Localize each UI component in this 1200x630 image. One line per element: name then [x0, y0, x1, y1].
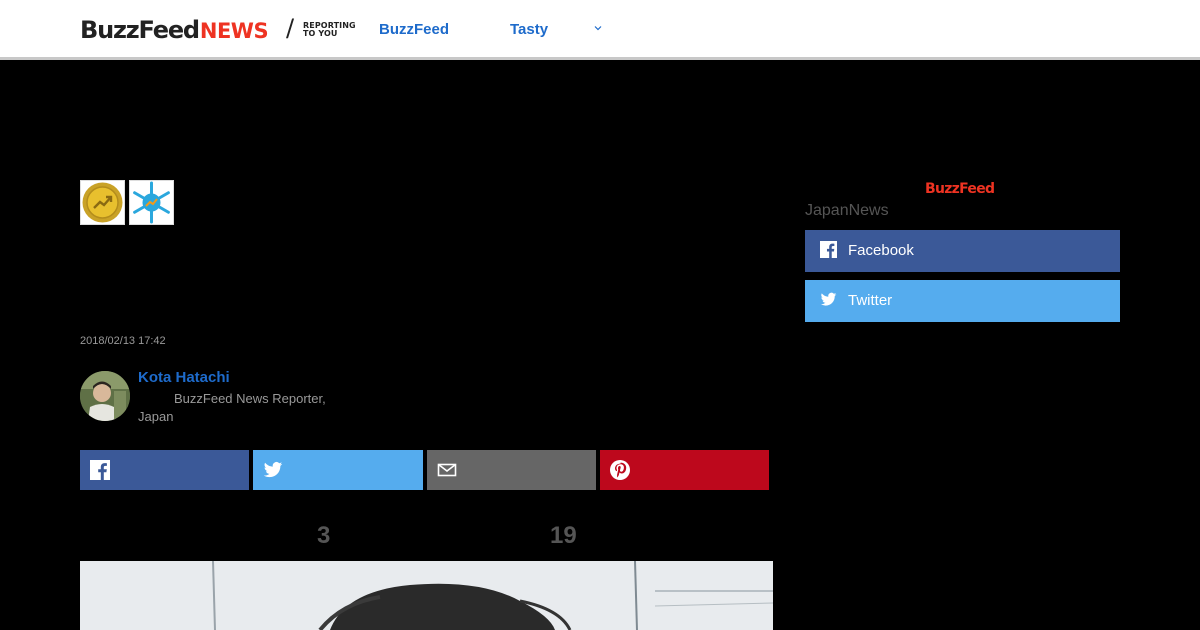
- author-name-link[interactable]: Kota Hatachi: [138, 369, 230, 386]
- twitter-icon: [820, 292, 837, 306]
- email-icon: [437, 463, 457, 477]
- article-area: [0, 63, 1200, 630]
- snowflake-trending-badge-icon: [130, 181, 173, 224]
- share-email-button[interactable]: [427, 450, 596, 490]
- share-count-second: 19: [550, 522, 577, 549]
- article-photo-image: [80, 561, 773, 630]
- article-photo: [80, 561, 773, 630]
- sidebar-facebook-label: Facebook: [848, 242, 914, 259]
- tagline: REPORTING TO YOU: [303, 22, 356, 38]
- sidebar-facebook-button[interactable]: Facebook: [805, 230, 1120, 272]
- sidebar-twitter-button[interactable]: Twitter: [805, 280, 1120, 322]
- logo-slash: /: [286, 14, 295, 42]
- author-avatar-image: [80, 371, 130, 421]
- share-count-first: 3: [317, 522, 331, 549]
- nav-link-buzzfeed[interactable]: BuzzFeed: [379, 21, 449, 38]
- share-twitter-button[interactable]: [253, 450, 423, 490]
- facebook-icon: [90, 460, 110, 480]
- site-header: BuzzFeed NEWS / REPORTING TO YOU BuzzFee…: [0, 0, 1200, 60]
- author-avatar[interactable]: [80, 371, 130, 421]
- logo-buzzfeed-text: BuzzFeed: [80, 16, 200, 44]
- logo-news-text: NEWS: [199, 19, 269, 43]
- twitter-icon: [263, 462, 283, 478]
- author-title: BuzzFeed News Reporter, Japan: [138, 391, 326, 424]
- pinterest-icon: [610, 460, 630, 480]
- gold-trending-badge-icon: [82, 182, 123, 223]
- sidebar-label: JapanNews: [805, 202, 889, 219]
- sidebar-twitter-label: Twitter: [848, 292, 893, 309]
- facebook-icon: [820, 241, 837, 258]
- article-timestamp: 2018/02/13 17:42: [80, 335, 166, 347]
- tagline-line-2: TO YOU: [303, 29, 338, 38]
- badge-snowflake-trending[interactable]: [129, 180, 174, 225]
- badge-gold-trending[interactable]: [80, 180, 125, 225]
- sidebar-buzzfeed-logo[interactable]: BuzzFeed: [925, 181, 995, 197]
- chevron-down-icon[interactable]: [592, 22, 604, 34]
- buzzfeed-news-logo[interactable]: BuzzFeed NEWS: [80, 16, 269, 44]
- share-pinterest-button[interactable]: [600, 450, 769, 490]
- nav-link-tasty[interactable]: Tasty: [510, 21, 548, 38]
- share-facebook-button[interactable]: [80, 450, 249, 490]
